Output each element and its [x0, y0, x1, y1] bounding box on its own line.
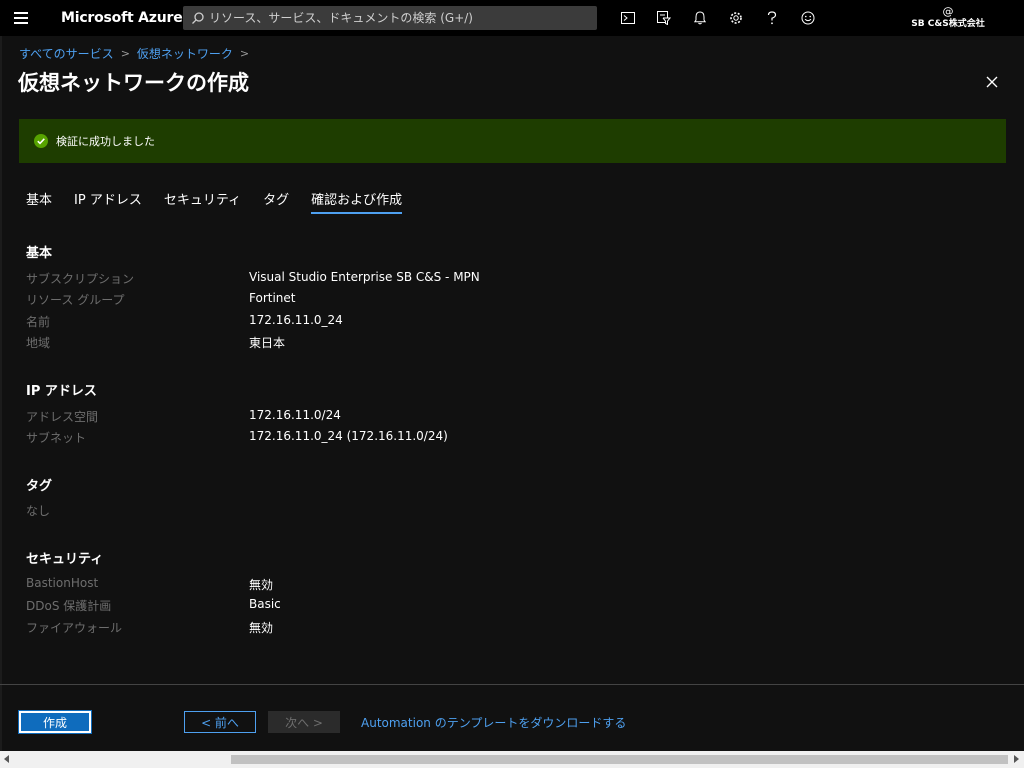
section-heading-basics: 基本 — [26, 246, 53, 261]
create-button[interactable]: 作成 — [18, 710, 92, 734]
section-heading-ip: IP アドレス — [26, 384, 97, 399]
account-menu[interactable]: @ SB C&S株式会社 — [900, 6, 996, 30]
settings-icon[interactable] — [718, 0, 754, 36]
label-address-space: アドレス空間 — [26, 410, 99, 424]
chevron-right-icon: > — [239, 47, 250, 60]
label-subnet: サブネット — [26, 431, 87, 445]
value-subnet: 172.16.11.0_24 (172.16.11.0/24) — [249, 429, 448, 443]
success-check-icon — [34, 134, 48, 148]
value-name: 172.16.11.0_24 — [249, 313, 343, 327]
directory-filter-icon[interactable] — [646, 0, 682, 36]
value-ddos-plan: Basic — [249, 597, 281, 611]
label-ddos-plan: DDoS 保護計画 — [26, 599, 112, 613]
wizard-tabs: 基本 IP アドレス セキュリティ タグ 確認および作成 — [26, 189, 424, 214]
value-bastion-host: 無効 — [249, 578, 274, 592]
next-button[interactable]: 次へ > — [268, 711, 340, 733]
tab-ip-addresses[interactable]: IP アドレス — [74, 189, 142, 214]
breadcrumb: すべてのサービス > 仮想ネットワーク > — [19, 45, 256, 62]
chevron-right-icon: > — [120, 47, 130, 60]
validation-message: 検証に成功しました — [56, 135, 155, 148]
brand-title[interactable]: Microsoft Azure — [61, 10, 183, 26]
left-rail — [0, 36, 2, 751]
scrollbar-thumb[interactable] — [231, 755, 1008, 764]
account-user: @ — [942, 5, 954, 18]
account-company: SB C&S株式会社 — [911, 19, 985, 29]
label-region: 地域 — [26, 336, 51, 350]
label-resource-group: リソース グループ — [26, 293, 125, 307]
download-template-link[interactable]: Automation のテンプレートをダウンロードする — [361, 714, 626, 731]
tab-tags[interactable]: タグ — [263, 189, 289, 214]
previous-button[interactable]: < 前へ — [184, 711, 256, 733]
tab-security[interactable]: セキュリティ — [164, 189, 241, 214]
search-icon — [192, 12, 204, 24]
scroll-right-icon[interactable] — [1014, 755, 1019, 763]
feedback-icon[interactable] — [790, 0, 826, 36]
label-name: 名前 — [26, 315, 51, 329]
tab-basics[interactable]: 基本 — [26, 189, 52, 214]
label-bastion-host: BastionHost — [26, 576, 99, 590]
cloud-shell-icon[interactable] — [610, 0, 646, 36]
notifications-icon[interactable] — [682, 0, 718, 36]
section-heading-tags: タグ — [26, 479, 53, 494]
tab-review-create[interactable]: 確認および作成 — [311, 189, 403, 214]
value-region: 東日本 — [249, 336, 286, 350]
section-heading-security: セキュリティ — [26, 552, 104, 567]
search-input[interactable] — [209, 8, 589, 28]
horizontal-scrollbar[interactable] — [0, 751, 1024, 768]
footer-divider — [0, 684, 1024, 685]
label-firewall: ファイアウォール — [26, 621, 123, 635]
help-icon[interactable] — [754, 0, 790, 36]
close-icon[interactable] — [982, 72, 1002, 92]
search-box[interactable] — [183, 6, 597, 30]
value-address-space: 172.16.11.0/24 — [249, 408, 341, 422]
breadcrumb-virtual-networks[interactable]: 仮想ネットワーク — [137, 45, 233, 62]
top-bar: Microsoft Azure @ SB C&S株式会社 — [0, 0, 1024, 36]
value-subscription: Visual Studio Enterprise SB C&S - MPN — [249, 270, 480, 284]
label-tags-none: なし — [26, 504, 51, 518]
validation-banner: 検証に成功しました — [19, 119, 1006, 163]
menu-icon[interactable] — [14, 12, 28, 24]
breadcrumb-all-services[interactable]: すべてのサービス — [19, 45, 114, 62]
label-subscription: サブスクリプション — [26, 272, 135, 286]
page-title: 仮想ネットワークの作成 — [18, 71, 249, 95]
value-resource-group: Fortinet — [249, 291, 296, 305]
scroll-left-icon[interactable] — [4, 755, 9, 763]
value-firewall: 無効 — [249, 621, 274, 635]
